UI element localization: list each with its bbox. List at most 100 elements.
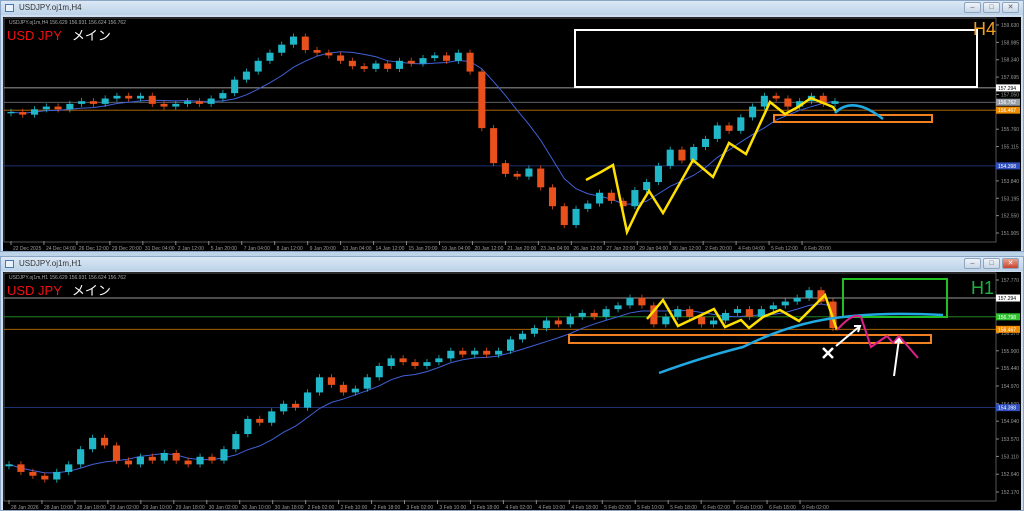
symbol-suffix: メイン [71, 28, 111, 43]
x-tick-label: 6 Feb 10:00 [736, 505, 763, 510]
y-tick-label: 151.905 [1001, 231, 1019, 237]
candle-body [278, 44, 286, 53]
h4-chart-window[interactable]: USDJPY.oj1m,H4 – □ ✕ USDJPY.oj1m,H4 156.… [0, 0, 1024, 252]
y-tick-label: 154.970 [1001, 384, 1019, 390]
candle-body [530, 328, 539, 334]
candle-body [289, 36, 298, 45]
h1-timeframe-label: H1 [971, 278, 995, 298]
candle-body [490, 128, 498, 164]
h4-symbol-label: USD JPY メイン [7, 25, 111, 44]
x-tick-label: 28 Jan 2026 [11, 505, 39, 510]
candle-body [375, 365, 383, 378]
candle-body [242, 71, 250, 80]
candle-body [749, 106, 757, 118]
candle-body [419, 58, 427, 64]
price-level-label: 156.762 [998, 100, 1016, 106]
x-tick-label: 6 Feb 18:00 [769, 505, 796, 510]
candle-body [325, 52, 333, 56]
candle-body [5, 464, 13, 467]
price-level-label: 157.294 [998, 296, 1016, 302]
x-tick-label: 7 Jan 04:00 [244, 246, 270, 251]
x-tick-label: 2 Feb 18:00 [374, 505, 401, 510]
x-tick-label: 5 Feb 18:00 [670, 505, 697, 510]
close-button[interactable]: ✕ [1002, 2, 1019, 13]
y-tick-label: 152.640 [1001, 472, 1019, 478]
h4-chart-canvas[interactable]: USDJPY.oj1m,H4 156.629 156.931 156.624 1… [3, 17, 1021, 251]
x-tick-label: 23 Jan 04:00 [540, 246, 569, 251]
x-tick-label: 30 Jan 10:00 [242, 505, 271, 510]
candle-body [572, 208, 580, 226]
candle-body [725, 125, 733, 131]
moving-average-line [10, 51, 836, 205]
price-level-label: 156.798 [998, 315, 1016, 321]
candle-body [578, 312, 586, 317]
x-tick-label: 14 Jan 12:00 [376, 246, 405, 251]
candle-body [666, 149, 674, 166]
y-tick-label: 154.040 [1001, 419, 1019, 425]
x-tick-label: 21 Jan 20:00 [507, 246, 536, 251]
price-level-label: 157.294 [998, 86, 1016, 92]
x-tick-label: 13 Jan 04:00 [343, 246, 372, 251]
symbol: USD JPY [7, 28, 62, 43]
support-box [773, 114, 933, 123]
candle-body [100, 437, 109, 446]
candle-body [148, 456, 156, 461]
x-tick-label: 27 Jan 20:00 [606, 246, 635, 251]
candle-body [760, 95, 768, 107]
candle-body [160, 103, 168, 107]
x-tick-label: 5 Feb 02:00 [604, 505, 631, 510]
h1-chart-window[interactable]: USDJPY.oj1m,H1 – □ ✕ USDJPY.oj1m,H1 156.… [0, 256, 1024, 511]
candle-body [387, 358, 395, 366]
minimize-button[interactable]: – [964, 2, 981, 13]
close-button[interactable]: ✕ [1002, 258, 1019, 269]
candle-body [66, 103, 74, 110]
chart-plot: 159.630 158.985 158.340 157.695 157.050 155.7… [3, 17, 1020, 251]
candle-body [447, 350, 455, 359]
candle-body [136, 95, 145, 99]
y-tick-label: 155.115 [1001, 145, 1019, 151]
h4-timeframe-label: H4 [973, 19, 997, 39]
candle-body [327, 377, 336, 385]
x-tick-label: 29 Dec 20:00 [112, 246, 142, 251]
candle-body [101, 98, 109, 104]
candle-body [196, 456, 204, 465]
x-tick-label: 9 Feb 02:00 [802, 505, 829, 510]
candle-body [301, 36, 309, 51]
maximize-button[interactable]: □ [983, 2, 1000, 13]
candle-body [77, 449, 85, 465]
candle-body [399, 358, 407, 363]
minimize-button[interactable]: – [964, 258, 981, 269]
candle-body [54, 106, 62, 110]
candle-body [268, 411, 276, 423]
candle-body [348, 60, 356, 67]
candle-body [560, 206, 568, 226]
y-tick-label: 158.985 [1001, 40, 1019, 46]
candle-body [674, 309, 682, 317]
x-tick-label: 26 Dec 12:00 [79, 246, 109, 251]
candle-body [525, 168, 533, 177]
x-tick-label: 2 Feb 02:00 [308, 505, 335, 510]
h4-title-bar[interactable]: USDJPY.oj1m,H4 – □ ✕ [1, 1, 1023, 15]
candle-body [495, 350, 503, 355]
candle-body [584, 203, 592, 209]
candle-body [435, 358, 443, 363]
x-tick-label: 6 Feb 02:00 [703, 505, 730, 510]
candle-body [638, 297, 646, 306]
candle-body [124, 460, 133, 465]
cross-mark-icon [822, 347, 834, 359]
candle-body [596, 192, 604, 204]
candle-body [737, 117, 745, 131]
candle-body [654, 165, 662, 182]
price-level-label: 156.467 [998, 327, 1016, 333]
x-tick-label: 4 Feb 18:00 [571, 505, 598, 510]
h1-chart-canvas[interactable]: USDJPY.oj1m,H1 156.629 156.931 156.624 1… [3, 272, 1021, 510]
candle-body [631, 190, 639, 207]
candle-body [793, 297, 801, 302]
y-tick-label: 155.900 [1001, 349, 1019, 355]
x-tick-label: 2 Jan 12:00 [178, 246, 204, 251]
h1-title-bar[interactable]: USDJPY.oj1m,H1 – □ ✕ [1, 257, 1023, 271]
candle-body [686, 309, 694, 317]
x-tick-label: 30 Jan 18:00 [275, 505, 304, 510]
candle-body [709, 320, 718, 325]
maximize-button[interactable]: □ [983, 258, 1000, 269]
